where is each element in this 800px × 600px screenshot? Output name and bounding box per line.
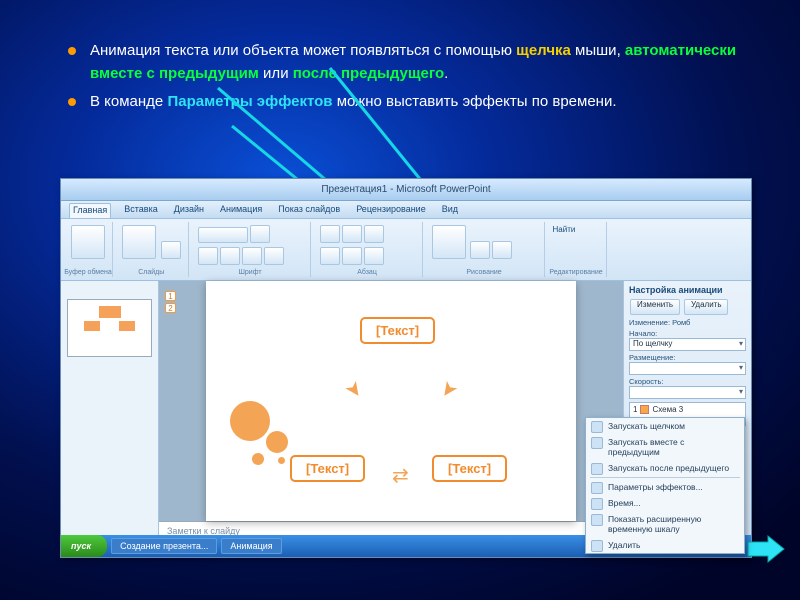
tab-insert[interactable]: Вставка: [121, 203, 160, 218]
smartart-node-left[interactable]: [Текст]: [290, 455, 365, 482]
slide-canvas-area: 1 2 [Текст] [Текст] [Текст] ➤ ➤ ⇄: [159, 281, 623, 539]
text: В команде: [90, 93, 167, 110]
property-combo[interactable]: [629, 362, 746, 375]
bullet-2: В команде Параметры эффектов можно выста…: [90, 91, 740, 114]
next-slide-button[interactable]: [746, 534, 786, 564]
highlight-effect-params: Параметры эффектов: [167, 93, 332, 110]
smartart-diagram: [Текст] [Текст] [Текст] ➤ ➤ ⇄: [206, 281, 576, 521]
slide-surface[interactable]: [Текст] [Текст] [Текст] ➤ ➤ ⇄: [206, 281, 576, 521]
window-title: Презентация1 - Microsoft PowerPoint: [321, 184, 490, 195]
property-label: Размещение:: [629, 353, 746, 362]
menu-start-withprev[interactable]: Запускать вместе с предыдущим: [586, 434, 744, 460]
tab-design[interactable]: Дизайн: [171, 203, 207, 218]
underline-button[interactable]: [242, 247, 262, 265]
menu-start-onclick[interactable]: Запускать щелчком: [586, 418, 744, 434]
animation-tags: 1 2: [165, 291, 176, 313]
remove-effect-button[interactable]: Удалить: [684, 299, 728, 315]
find-button[interactable]: Найти: [553, 225, 576, 234]
tab-slideshow[interactable]: Показ слайдов: [275, 203, 343, 218]
effect-context-menu: Запускать щелчком Запускать вместе с пре…: [585, 417, 745, 554]
text: можно выставить эффекты по времени.: [333, 93, 617, 110]
effect-name: Схема 3: [652, 405, 683, 414]
arrow-icon: ➤: [433, 375, 463, 403]
slide-thumbnail-1[interactable]: [67, 299, 152, 357]
new-slide-button[interactable]: [122, 225, 156, 259]
paste-button[interactable]: [71, 225, 105, 259]
arrow-icon: ➤: [339, 375, 369, 403]
speed-label: Скорость:: [629, 377, 746, 386]
bold-button[interactable]: [198, 247, 218, 265]
arrange-button[interactable]: [470, 241, 490, 259]
shapes-button[interactable]: [432, 225, 466, 259]
chunk-editing: Найти: [547, 222, 607, 277]
slide-bullets: Анимация текста или объекта может появля…: [0, 0, 800, 114]
font-size[interactable]: [250, 225, 270, 243]
text: Анимация текста или объекта может появля…: [90, 42, 516, 59]
tab-animation[interactable]: Анимация: [217, 203, 265, 218]
chunk-font: [191, 222, 311, 277]
smartart-node-right[interactable]: [Текст]: [432, 455, 507, 482]
indent-button[interactable]: [364, 225, 384, 243]
fill-button[interactable]: [492, 241, 512, 259]
effect-item[interactable]: 1 Схема 3: [633, 405, 742, 414]
effect-num: 1: [633, 405, 637, 414]
modification-label: Изменение: Ромб: [629, 318, 746, 327]
tab-home[interactable]: Главная: [69, 203, 111, 218]
menu-remove[interactable]: Удалить: [586, 537, 744, 553]
chunk-paragraph: [313, 222, 423, 277]
text: или: [259, 65, 293, 82]
numbering-button[interactable]: [342, 225, 362, 243]
start-button[interactable]: пуск: [61, 535, 107, 557]
anim-tag-1[interactable]: 1: [165, 291, 176, 301]
menu-separator: [590, 477, 740, 478]
change-effect-button[interactable]: Изменить: [630, 299, 680, 315]
text: .: [444, 65, 448, 82]
start-combo[interactable]: По щелчку: [629, 338, 746, 351]
chunk-clipboard: [64, 222, 113, 277]
bullets-button[interactable]: [320, 225, 340, 243]
italic-button[interactable]: [220, 247, 240, 265]
smartart-node-top[interactable]: [Текст]: [360, 317, 435, 344]
start-label: Начало:: [629, 329, 746, 338]
menu-start-afterprev[interactable]: Запускать после предыдущего: [586, 460, 744, 476]
ribbon: Найти: [61, 219, 751, 281]
align-left[interactable]: [320, 247, 340, 265]
tab-review[interactable]: Рецензирование: [353, 203, 429, 218]
speed-combo[interactable]: [629, 386, 746, 399]
taskbar-item[interactable]: Создание презента...: [111, 538, 217, 554]
layout-button[interactable]: [161, 241, 181, 259]
font-combo[interactable]: [198, 227, 248, 243]
chunk-drawing: [425, 222, 545, 277]
align-right[interactable]: [364, 247, 384, 265]
text: мыши,: [571, 42, 625, 59]
highlight-click: щелчка: [516, 42, 571, 59]
menu-effect-params[interactable]: Параметры эффектов...: [586, 479, 744, 495]
animation-pane-header: Настройка анимации: [629, 285, 746, 295]
tab-view[interactable]: Вид: [439, 203, 461, 218]
anim-tag-2[interactable]: 2: [165, 303, 176, 313]
effect-icon: [640, 405, 649, 414]
powerpoint-screenshot: Презентация1 - Microsoft PowerPoint Глав…: [60, 178, 752, 558]
ribbon-tabs: Главная Вставка Дизайн Анимация Показ сл…: [61, 201, 751, 219]
menu-timeline[interactable]: Показать расширенную временную шкалу: [586, 511, 744, 537]
slide-thumbnails-panel: [61, 281, 159, 539]
window-titlebar: Презентация1 - Microsoft PowerPoint: [61, 179, 751, 201]
color-button[interactable]: [264, 247, 284, 265]
chunk-slides: [115, 222, 189, 277]
align-center[interactable]: [342, 247, 362, 265]
taskbar-item[interactable]: Анимация: [221, 538, 281, 554]
bullet-1: Анимация текста или объекта может появля…: [90, 40, 740, 85]
menu-timing[interactable]: Время...: [586, 495, 744, 511]
arrow-icon: ⇄: [392, 463, 409, 488]
highlight-after-prev: после предыдущего: [293, 65, 444, 82]
